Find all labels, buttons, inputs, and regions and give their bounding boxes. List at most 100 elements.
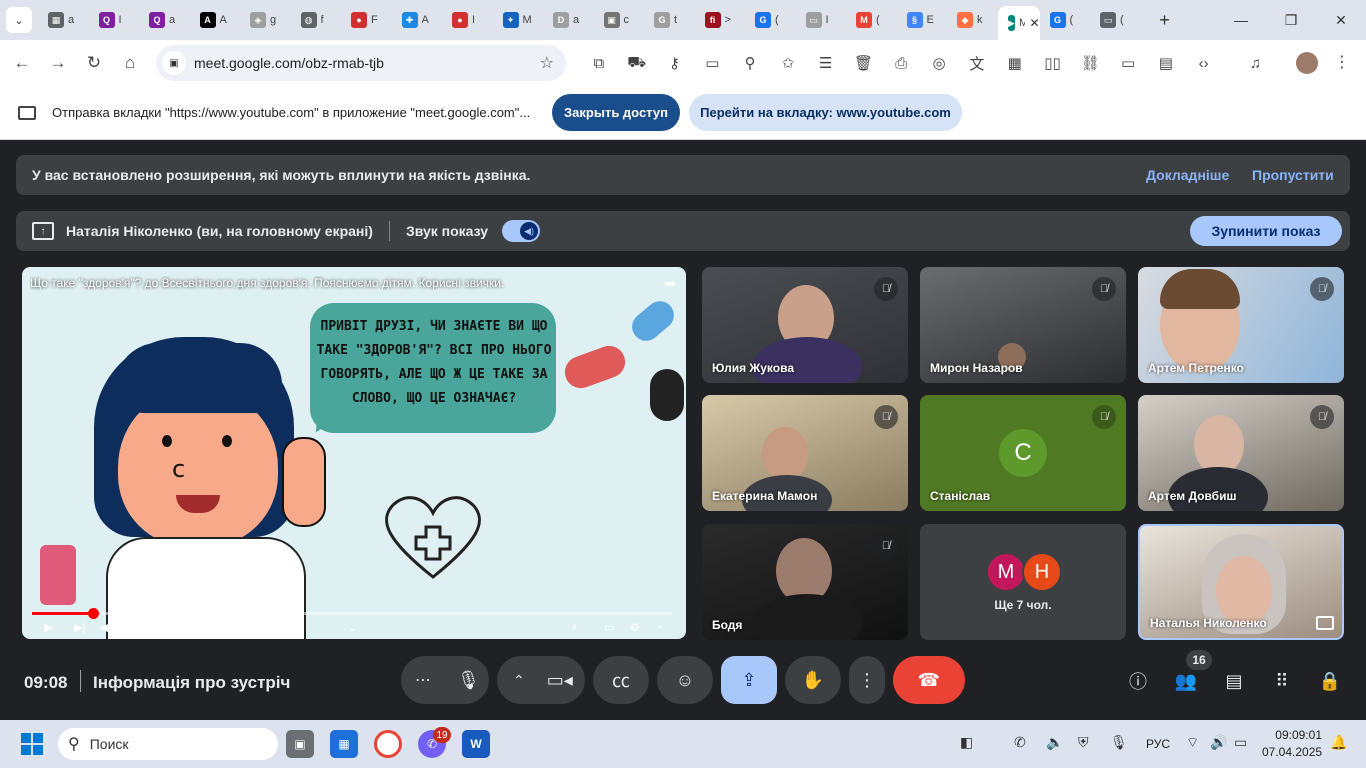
- captions-button[interactable]: ㏄: [593, 656, 649, 704]
- cast-icon[interactable]: ▭: [1109, 46, 1147, 80]
- translate-icon[interactable]: 文: [958, 46, 996, 80]
- minimize-icon[interactable]: —: [1216, 0, 1266, 40]
- url-text[interactable]: meet.google.com/obz-rmab-tjb: [194, 55, 384, 71]
- next-icon[interactable]: ▶|: [74, 621, 85, 634]
- volume-tray-icon[interactable]: 🔊: [1210, 734, 1227, 751]
- play-icon[interactable]: ▶: [44, 621, 52, 634]
- print-icon[interactable]: ⎙: [882, 46, 920, 80]
- home-icon[interactable]: ⌂: [112, 45, 148, 81]
- browser-tab[interactable]: Gt: [644, 5, 695, 35]
- browser-tab[interactable]: G(: [745, 5, 796, 35]
- shared-video-stage[interactable]: c ПРИВІТ ДРУЗІ, ЧИ ЗНАЄТЕ ВИ ЩО ТАКЕ "ЗД…: [22, 267, 686, 639]
- tab-search-button[interactable]: ⌄: [6, 7, 32, 33]
- participant-tile[interactable]: 🎙̸ Юлия Жукова: [702, 267, 908, 383]
- microphone-icon[interactable]: 🎙: [457, 670, 480, 691]
- autoplay-toggle-icon[interactable]: ◐: [572, 621, 579, 633]
- stop-sharing-button[interactable]: Закрыть доступ: [552, 94, 680, 131]
- car-icon[interactable]: ⛟: [618, 46, 656, 80]
- chevron-down-icon[interactable]: ⌄: [348, 621, 357, 634]
- forward-icon[interactable]: →: [40, 45, 76, 81]
- media-controls-icon[interactable]: ♫: [1237, 46, 1275, 80]
- browser-tab[interactable]: ◆ k: [947, 5, 998, 35]
- settings-gear-icon[interactable]: ⚙: [630, 621, 640, 634]
- profile-avatar[interactable]: [1296, 52, 1318, 74]
- new-tab-button[interactable]: +: [1153, 10, 1177, 31]
- browser-tab[interactable]: M(: [846, 5, 897, 35]
- participant-tile[interactable]: 🎙̸ Мирон Назаров: [920, 267, 1126, 383]
- back-icon[interactable]: ←: [4, 45, 40, 81]
- card-icon[interactable]: ▭: [693, 46, 731, 80]
- video-scrubber[interactable]: [87, 608, 99, 619]
- switch-to-tab-button[interactable]: Перейти на вкладку: www.youtube.com: [689, 94, 962, 131]
- leave-call-button[interactable]: ☎: [893, 656, 965, 704]
- participant-tile[interactable]: 🎙̸ Бодя: [702, 524, 908, 640]
- table-icon[interactable]: ▤: [1147, 46, 1185, 80]
- browser-tab[interactable]: AA: [190, 5, 241, 35]
- code-icon[interactable]: ‹›: [1185, 46, 1223, 80]
- video-share-icon[interactable]: ➦: [664, 275, 676, 292]
- extensions-puzzle-icon[interactable]: ⧉: [580, 46, 618, 80]
- site-info-icon[interactable]: ▣: [162, 51, 186, 75]
- browser-tab[interactable]: § E: [897, 5, 948, 35]
- close-tab-icon[interactable]: ✕: [1029, 16, 1039, 30]
- reactions-button[interactable]: ☺: [657, 656, 713, 704]
- browser-menu-icon[interactable]: ⋮: [1334, 52, 1350, 72]
- video-progress-bar[interactable]: [32, 608, 672, 619]
- star-list-icon[interactable]: ✩: [769, 46, 807, 80]
- participant-tile[interactable]: С 🎙̸ Станіслав: [920, 395, 1126, 511]
- people-icon[interactable]: 👥: [1171, 666, 1201, 696]
- wifi-icon[interactable]: ⌔: [1186, 734, 1199, 752]
- browser-tab[interactable]: ▦ a: [38, 5, 89, 35]
- browser-tab[interactable]: ● I: [442, 5, 493, 35]
- more-participants-tile[interactable]: М Н Ще 7 чол.: [920, 524, 1126, 640]
- self-view-tile[interactable]: Наталья Николенко: [1138, 524, 1344, 640]
- notifications-bell-icon[interactable]: 🔔: [1330, 734, 1347, 751]
- location-pin-icon[interactable]: ⚲: [731, 46, 769, 80]
- chat-icon[interactable]: ▤: [1219, 666, 1249, 696]
- browser-tab-active[interactable]: ▶ M ✕: [997, 6, 1040, 40]
- microphone-tray-icon[interactable]: 🎙: [1110, 734, 1128, 751]
- skip-link[interactable]: Пропустити: [1252, 167, 1334, 183]
- miniplayer-icon[interactable]: ▫: [658, 621, 662, 633]
- stop-presenting-button[interactable]: Зупинити показ: [1190, 216, 1342, 246]
- defender-icon[interactable]: ⛨: [1078, 734, 1089, 751]
- chevron-up-icon[interactable]: ⌃: [513, 672, 525, 689]
- raise-hand-button[interactable]: ✋: [785, 656, 841, 704]
- key-icon[interactable]: ⚷: [656, 46, 694, 80]
- meeting-info-icon[interactable]: ⓘ: [1123, 666, 1153, 696]
- audio-options-icon[interactable]: ⋯: [415, 670, 431, 690]
- reading-mode-icon[interactable]: ▯▯: [1034, 46, 1072, 80]
- learn-more-link[interactable]: Докладніше: [1146, 167, 1229, 183]
- browser-tab[interactable]: fi >: [695, 5, 746, 35]
- link-icon[interactable]: ⛓: [1071, 46, 1109, 80]
- task-view-icon[interactable]: ▣: [286, 730, 314, 758]
- close-window-icon[interactable]: ✕: [1316, 0, 1366, 40]
- browser-tab[interactable]: QI: [89, 5, 140, 35]
- language-indicator[interactable]: РУС: [1146, 737, 1170, 751]
- share-audio-toggle[interactable]: ◀): [502, 220, 541, 242]
- host-controls-icon[interactable]: 🔒: [1315, 666, 1345, 696]
- word-icon[interactable]: W: [462, 730, 490, 758]
- browser-tab[interactable]: ▭ I: [796, 5, 847, 35]
- screenshot-icon[interactable]: ◎: [920, 46, 958, 80]
- picture-in-picture-icon[interactable]: [1316, 616, 1334, 630]
- browser-tab[interactable]: ✚ A: [392, 5, 443, 35]
- browser-tab[interactable]: Qa: [139, 5, 190, 35]
- trash-icon[interactable]: 🗑: [845, 46, 883, 80]
- taskbar-date[interactable]: 07.04.2025: [1262, 745, 1322, 759]
- qr-code-icon[interactable]: ▦: [996, 46, 1034, 80]
- browser-tab[interactable]: ✦ M: [493, 5, 544, 35]
- reload-icon[interactable]: ↻: [76, 45, 112, 81]
- store-icon[interactable]: ▦: [330, 730, 358, 758]
- document-icon[interactable]: ☰: [807, 46, 845, 80]
- participant-tile[interactable]: 🎙̸ Артем Петренко: [1138, 267, 1344, 383]
- browser-tab[interactable]: ◍ f: [291, 5, 342, 35]
- restore-icon[interactable]: ❐: [1266, 0, 1316, 40]
- browser-tab[interactable]: G(: [1040, 5, 1091, 35]
- windows-start-icon[interactable]: [21, 733, 43, 755]
- more-options-button[interactable]: ⋮: [849, 656, 885, 704]
- browser-tab[interactable]: ▭(: [1090, 5, 1141, 35]
- captions-icon[interactable]: ▭: [604, 621, 614, 634]
- present-button[interactable]: ⇪: [721, 656, 777, 704]
- browser-tab[interactable]: Da: [543, 5, 594, 35]
